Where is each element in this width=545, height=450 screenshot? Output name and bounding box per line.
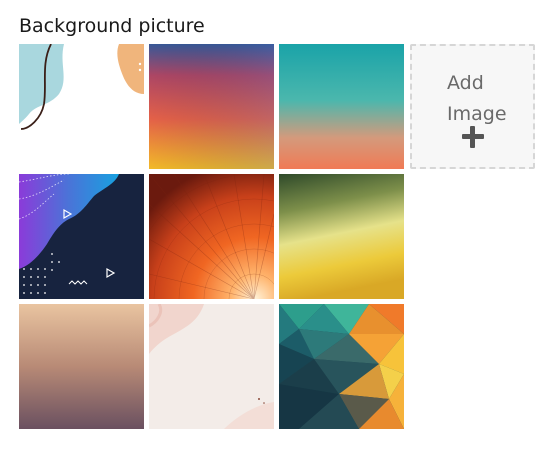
background-thumbnail-peach-mauve[interactable] [19,304,144,429]
background-thumbnail-teal-orange-lowpoly[interactable] [279,304,404,429]
purple-orange-gradient-image [149,44,274,169]
background-thumbnail-purple-orange[interactable] [149,44,274,169]
white-abstract-image [19,44,144,169]
lowpoly-image [279,304,404,429]
plus-icon [462,126,484,148]
background-picture-panel: Background picture Add Image [0,0,545,450]
orange-radial-image [149,174,274,299]
background-thumbnail-pink-watercolor[interactable] [149,304,274,429]
green-yellow-gradient-image [279,174,404,299]
background-thumbnail-navy-memphis[interactable] [19,174,144,299]
teal-peach-gradient-image [279,44,404,169]
section-title: Background picture [19,15,205,37]
add-image-label: Add Image [447,72,507,125]
background-thumbnail-teal-peach[interactable] [279,44,404,169]
background-thumbnail-white-abstract[interactable] [19,44,144,169]
add-image-button[interactable]: Add Image [410,44,535,169]
background-thumbnail-orange-radial[interactable] [149,174,274,299]
background-thumbnail-green-yellow[interactable] [279,174,404,299]
navy-memphis-image [19,174,144,299]
pink-watercolor-image [149,304,274,429]
peach-mauve-gradient-image [19,304,144,429]
background-grid: Add Image [19,44,539,434]
